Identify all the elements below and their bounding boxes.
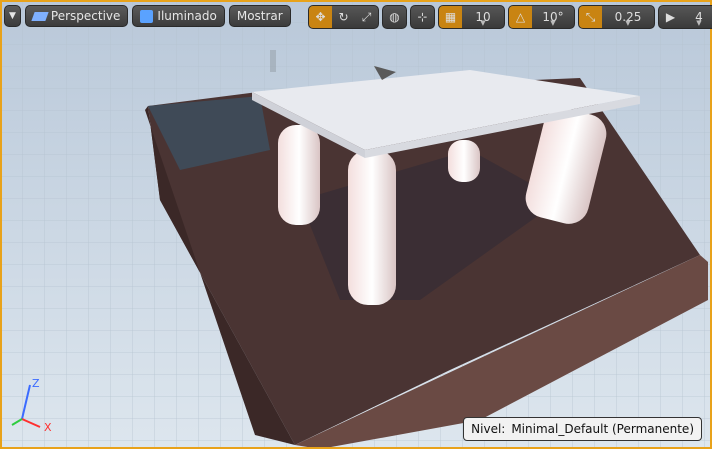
scale-snap-toggle[interactable]: ⤡ bbox=[579, 6, 602, 28]
table-leg-front-left bbox=[348, 150, 396, 305]
caret-down-icon: ▼ bbox=[696, 19, 702, 27]
light-marker-icon bbox=[270, 50, 276, 72]
axis-gizmo: Z X bbox=[8, 375, 58, 435]
lit-cube-icon bbox=[140, 9, 154, 23]
rotate-icon: ↻ bbox=[338, 10, 349, 24]
camera-icon: ▶ bbox=[665, 10, 676, 24]
camera-speed-group[interactable]: ▶ 4 ▼ bbox=[658, 5, 712, 29]
transform-tools: ✥ ↻ ⤢ bbox=[308, 5, 379, 29]
surface-snap-icon: ⊹ bbox=[417, 10, 428, 24]
world-local-toggle[interactable]: ◍ bbox=[382, 5, 407, 29]
chevron-down-icon: ▼ bbox=[9, 11, 16, 21]
lit-mode-button[interactable]: Iluminado bbox=[132, 5, 225, 27]
move-icon: ✥ bbox=[315, 10, 326, 24]
rotation-snap-value[interactable]: 10° ▼ bbox=[532, 6, 574, 28]
table-leg-back-right bbox=[448, 140, 480, 182]
grid-icon: ▦ bbox=[444, 10, 457, 24]
show-button[interactable]: Mostrar bbox=[228, 5, 291, 27]
translate-tool-button[interactable]: ✥ bbox=[309, 6, 332, 28]
globe-icon: ◍ bbox=[389, 10, 400, 24]
show-label: Mostrar bbox=[236, 9, 283, 23]
level-value: Minimal_Default (Permanente) bbox=[511, 422, 694, 436]
caret-down-icon: ▼ bbox=[625, 19, 631, 27]
camera-speed-value: 4 ▼ bbox=[682, 6, 712, 28]
perspective-button[interactable]: Perspective bbox=[24, 5, 129, 27]
axis-x-label: X bbox=[44, 421, 52, 434]
caret-down-icon: ▼ bbox=[480, 19, 486, 27]
level-viewport[interactable]: ▼ Perspective Iluminado Mostrar ✥ ↻ ⤢ ◍ … bbox=[0, 0, 712, 449]
rotation-snap-toggle[interactable]: △ bbox=[509, 6, 532, 28]
rotate-tool-button[interactable]: ↻ bbox=[332, 6, 355, 28]
perspective-label: Perspective bbox=[50, 9, 121, 23]
scale-arrow-icon: ⤡ bbox=[585, 9, 596, 24]
table-leg-back-left bbox=[278, 125, 320, 225]
rotation-snap-group: △ 10° ▼ bbox=[508, 5, 575, 29]
viewport-toolbar-left: ▼ Perspective Iluminado Mostrar bbox=[4, 5, 291, 27]
viewport-toolbar-right: ✥ ↻ ⤢ ◍ ⊹ ▦ 10 ▼ △ 10° ▼ ⤡ 0.25 ▼ ▶ 4 ▼ bbox=[308, 5, 712, 29]
scale-snap-group: ⤡ 0.25 ▼ bbox=[578, 5, 655, 29]
viewport-options-button[interactable]: ▼ bbox=[4, 5, 21, 27]
lit-mode-label: Iluminado bbox=[157, 9, 217, 23]
scene-view[interactable] bbox=[0, 0, 712, 449]
grid-snap-toggle[interactable]: ▦ bbox=[439, 6, 462, 28]
level-status-badge: Nivel: Minimal_Default (Permanente) bbox=[463, 417, 702, 441]
scale-tool-button[interactable]: ⤢ bbox=[355, 6, 378, 28]
caret-down-icon: ▼ bbox=[550, 19, 556, 27]
scale-snap-value[interactable]: 0.25 ▼ bbox=[602, 6, 654, 28]
grid-snap-value[interactable]: 10 ▼ bbox=[462, 6, 504, 28]
axis-z-label: Z bbox=[32, 377, 40, 390]
scale-icon: ⤢ bbox=[361, 9, 372, 24]
grid-snap-group: ▦ 10 ▼ bbox=[438, 5, 505, 29]
surface-snap-toggle[interactable]: ⊹ bbox=[410, 5, 435, 29]
level-label: Nivel: bbox=[471, 422, 506, 436]
angle-icon: △ bbox=[515, 10, 526, 24]
perspective-icon bbox=[31, 11, 49, 21]
